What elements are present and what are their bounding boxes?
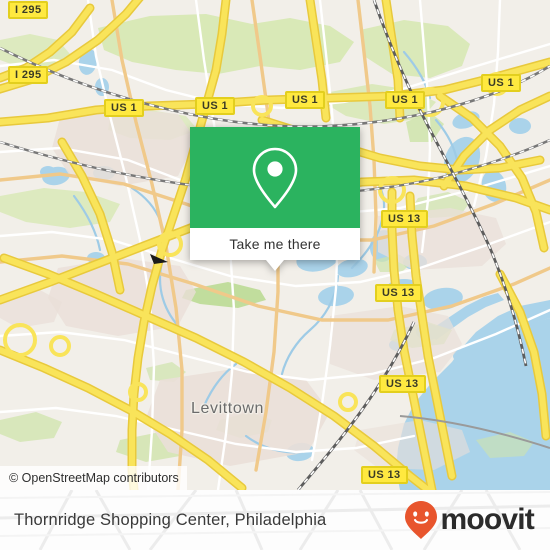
road-shield: US 1: [195, 97, 236, 115]
popup-body: Take me there: [190, 127, 360, 271]
map-pin-icon: [252, 147, 298, 208]
road-shield: US 13: [381, 210, 428, 228]
road-shield: US 1: [481, 74, 522, 92]
map-canvas[interactable]: I 295 I 295 US 1 US 1 US 1 US 1 US 1 US …: [0, 0, 550, 490]
location-title: Thornridge Shopping Center, Philadelphia: [14, 510, 327, 529]
popup-marker-panel: [190, 127, 360, 228]
road-shield: US 1: [385, 91, 426, 109]
road-shield: US 1: [104, 99, 145, 117]
moovit-smiley-pin-icon: [405, 501, 438, 539]
popup-tail: [266, 260, 284, 271]
road-shield: US 1: [285, 91, 326, 109]
moovit-map-screenshot: I 295 I 295 US 1 US 1 US 1 US 1 US 1 US …: [0, 0, 550, 550]
road-shield: US 13: [379, 375, 426, 393]
location-popup[interactable]: Take me there: [190, 127, 360, 271]
footer-content: Thornridge Shopping Center, Philadelphia…: [0, 490, 550, 550]
place-label-levittown: Levittown: [191, 400, 264, 417]
road-shield: US 13: [375, 284, 422, 302]
road-shield: I 295: [8, 1, 49, 19]
take-me-there-label: Take me there: [229, 236, 321, 252]
moovit-brand[interactable]: moovit: [404, 500, 535, 540]
footer-bar: Thornridge Shopping Center, Philadelphia…: [0, 490, 550, 550]
popup-action-bar[interactable]: Take me there: [190, 228, 360, 260]
road-shield: US 13: [361, 466, 408, 484]
road-shield: I 295: [8, 66, 49, 84]
osm-attribution[interactable]: © OpenStreetMap contributors: [0, 466, 187, 490]
moovit-wordmark: moovit: [440, 503, 534, 536]
osm-attribution-text: © OpenStreetMap contributors: [9, 471, 179, 485]
